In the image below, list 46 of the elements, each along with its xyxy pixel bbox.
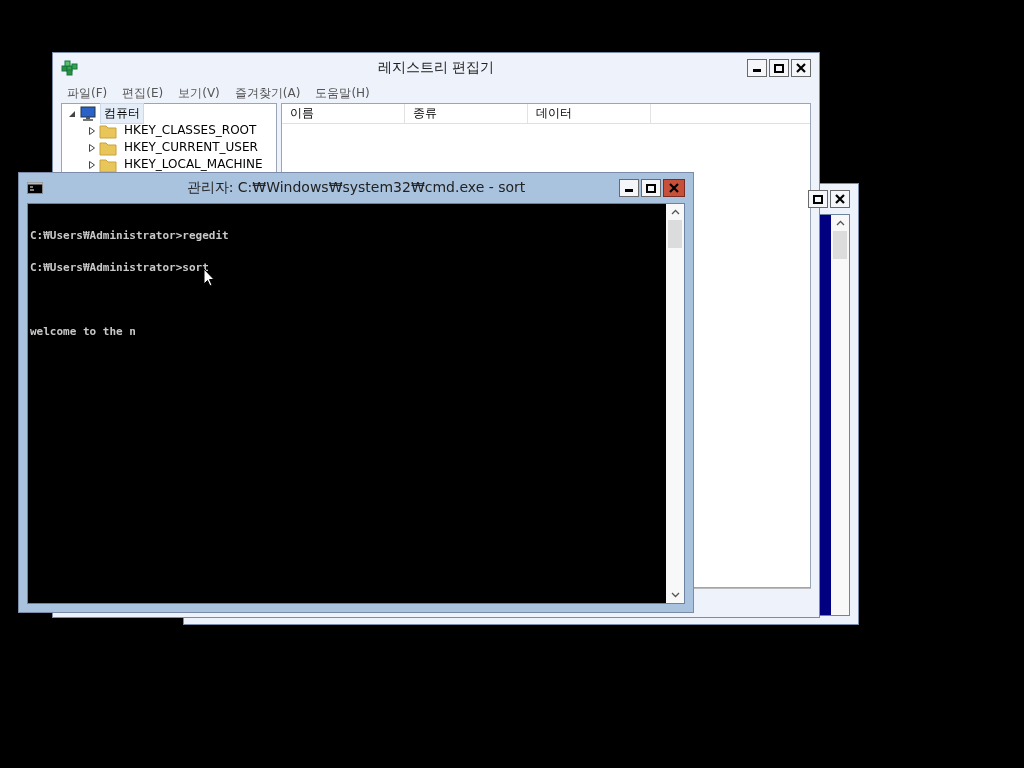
close-button[interactable] — [830, 190, 850, 208]
menu-item[interactable]: 파일(F) — [67, 84, 108, 102]
menu-item[interactable]: 도움말(H) — [315, 84, 370, 102]
console-line: C:₩Users₩Administrator>sort — [30, 261, 209, 274]
maximize-button[interactable] — [808, 190, 828, 208]
up-chevron-icon[interactable] — [835, 220, 845, 226]
menu-item[interactable]: 편집(E) — [122, 84, 164, 102]
menu-item[interactable]: 즐겨찾기(A) — [234, 84, 301, 102]
tree-item[interactable]: 컴퓨터 — [100, 103, 144, 124]
scrollbar[interactable] — [831, 215, 849, 615]
registry-cubes-icon — [61, 60, 79, 76]
expanded-triangle-icon[interactable] — [68, 109, 76, 118]
window-title: 레지스트리 편집기 — [377, 59, 495, 77]
scrollbar[interactable] — [666, 204, 684, 603]
maximize-button[interactable] — [769, 59, 789, 77]
menu-item[interactable]: 보기(V) — [178, 84, 220, 102]
collapsed-triangle-icon[interactable] — [88, 143, 96, 152]
console-line: C:₩Users₩Administrator>regedit — [30, 229, 229, 242]
console-line: welcome to the n — [30, 325, 136, 338]
folder-icon — [99, 122, 117, 139]
tree-item[interactable]: HKEY_CURRENT_USER — [120, 140, 262, 155]
scroll-thumb[interactable] — [668, 220, 682, 248]
computer-icon — [79, 105, 97, 122]
maximize-button[interactable] — [641, 179, 661, 197]
column-header[interactable]: 이름 — [282, 104, 405, 123]
column-header[interactable]: 데이터 — [528, 104, 651, 123]
column-header[interactable]: 종류 — [405, 104, 528, 123]
down-chevron-icon[interactable] — [670, 592, 680, 598]
maximize-icon — [813, 194, 823, 204]
tree-item[interactable]: HKEY_LOCAL_MACHINE — [120, 157, 267, 172]
up-chevron-icon[interactable] — [670, 209, 680, 215]
minimize-button[interactable] — [619, 179, 639, 197]
minimize-button[interactable] — [747, 59, 767, 77]
collapsed-triangle-icon[interactable] — [88, 126, 96, 135]
console-icon — [27, 182, 43, 194]
collapsed-triangle-icon[interactable] — [88, 160, 96, 169]
window-title: 관리자: C:₩Windows₩system32₩cmd.exe - sort — [186, 179, 526, 197]
folder-icon — [99, 139, 117, 156]
close-button[interactable] — [791, 59, 811, 77]
close-icon — [796, 63, 806, 73]
close-icon — [835, 194, 845, 204]
maximize-icon — [646, 183, 656, 193]
close-icon — [669, 183, 679, 193]
tree-item[interactable]: HKEY_CLASSES_ROOT — [120, 123, 261, 138]
maximize-icon — [774, 63, 784, 73]
scroll-thumb[interactable] — [833, 231, 847, 259]
